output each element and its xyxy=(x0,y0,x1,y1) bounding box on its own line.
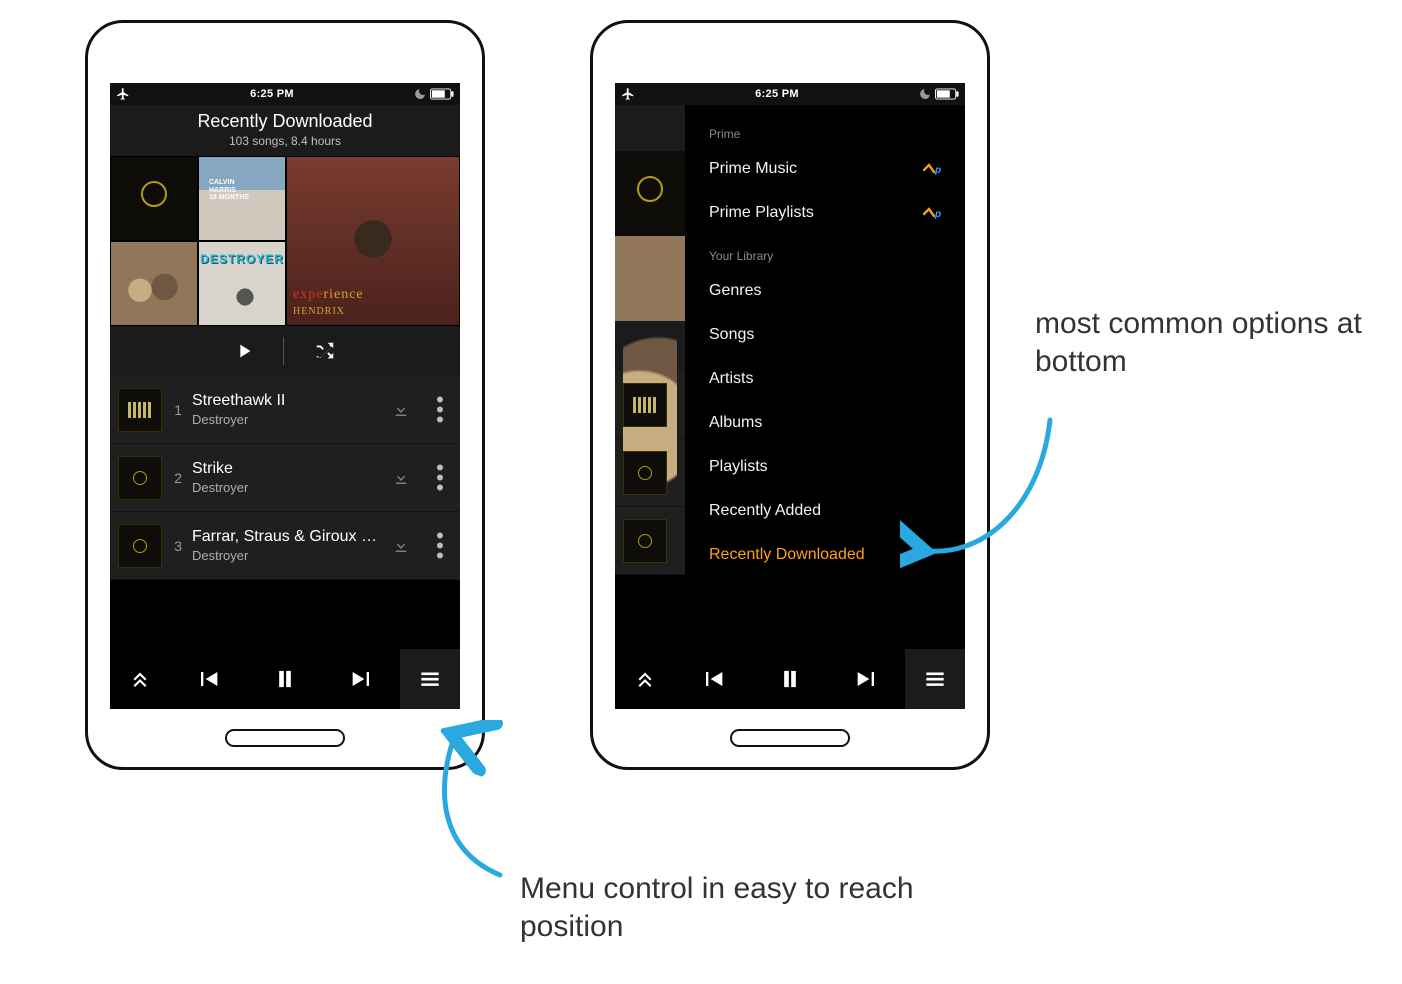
screen-right: 6:25 PM xyxy=(615,83,965,709)
track-index: 2 xyxy=(168,470,186,486)
download-icon[interactable] xyxy=(392,537,428,555)
page-header: Recently Downloaded 103 songs, 8.4 hours xyxy=(110,105,460,156)
pause-button[interactable] xyxy=(752,649,829,709)
annotation-bottom: Menu control in easy to reach position xyxy=(520,870,940,945)
battery-icon xyxy=(935,88,959,100)
home-button[interactable] xyxy=(225,729,345,747)
more-icon[interactable]: ••• xyxy=(428,531,452,561)
track-row[interactable]: 2 Strike Destroyer ••• xyxy=(110,444,460,512)
album-cover[interactable] xyxy=(110,156,198,241)
airplane-mode-icon xyxy=(116,87,130,101)
expand-button[interactable] xyxy=(615,649,675,709)
divider xyxy=(283,337,284,365)
battery-icon xyxy=(430,88,454,100)
arrow-icon xyxy=(900,410,1060,610)
prime-icon: p xyxy=(923,206,945,220)
track-index: 1 xyxy=(168,402,186,418)
next-button[interactable] xyxy=(323,649,400,709)
album-grid: CALVIN HARRIS 18 MONTHS experience HENDR… xyxy=(110,156,460,326)
more-icon[interactable]: ••• xyxy=(428,463,452,493)
drawer-item-label: Albums xyxy=(709,414,762,432)
track-list[interactable]: 1 Streethawk II Destroyer ••• 2 Strike xyxy=(110,376,460,580)
now-playing-icon xyxy=(118,388,162,432)
status-bar: 6:25 PM xyxy=(615,83,965,105)
prev-button[interactable] xyxy=(675,649,752,709)
track-artist: Destroyer xyxy=(192,480,392,495)
track-artist: Destroyer xyxy=(192,412,392,427)
airplane-mode-icon xyxy=(621,87,635,101)
next-button[interactable] xyxy=(828,649,905,709)
home-button[interactable] xyxy=(730,729,850,747)
expand-button[interactable] xyxy=(110,649,170,709)
media-bar xyxy=(110,649,460,709)
track-title: Farrar, Straus & Giroux (Sea of Te… xyxy=(192,528,382,546)
page-subtitle: 103 songs, 8.4 hours xyxy=(110,134,460,148)
drawer-item-label: Genres xyxy=(709,282,761,300)
download-icon[interactable] xyxy=(392,469,428,487)
album-caption: DESTROYER xyxy=(200,252,284,266)
drawer-item-label: Prime Playlists xyxy=(709,204,814,222)
prime-icon: p xyxy=(923,162,945,176)
do-not-disturb-icon xyxy=(414,88,426,100)
drawer-item-label: Recently Downloaded xyxy=(709,546,865,564)
track-row[interactable]: 3 Farrar, Straus & Giroux (Sea of Te… De… xyxy=(110,512,460,580)
more-icon[interactable]: ••• xyxy=(428,395,452,425)
arrow-icon xyxy=(410,720,560,890)
svg-text:p: p xyxy=(934,165,941,176)
drawer-item-label: Playlists xyxy=(709,458,768,476)
do-not-disturb-icon xyxy=(919,88,931,100)
album-caption: CALVIN HARRIS 18 MONTHS xyxy=(209,179,249,202)
album-caption: experience HENDRIX xyxy=(293,287,364,319)
menu-button[interactable] xyxy=(400,649,460,709)
status-time: 6:25 PM xyxy=(635,88,919,100)
album-cover[interactable]: experience HENDRIX xyxy=(286,156,460,326)
track-artist: Destroyer xyxy=(192,548,392,563)
menu-button[interactable] xyxy=(905,649,965,709)
track-index: 3 xyxy=(168,538,186,554)
page-title: Recently Downloaded xyxy=(110,111,460,132)
album-thumb xyxy=(623,519,667,563)
now-playing-icon xyxy=(623,383,667,427)
album-cover[interactable] xyxy=(110,241,198,326)
pause-button[interactable] xyxy=(247,649,324,709)
drawer-item-prime-playlists[interactable]: Prime Playlists p xyxy=(709,191,945,235)
annotation-right: most common options at bottom xyxy=(1035,305,1365,380)
album-cover[interactable]: DESTROYER xyxy=(198,241,286,326)
drawer-section: Prime xyxy=(709,113,945,147)
drawer-item-genres[interactable]: Genres xyxy=(709,269,945,313)
album-thumb xyxy=(118,456,162,500)
download-icon[interactable] xyxy=(392,401,428,419)
status-time: 6:25 PM xyxy=(130,88,414,100)
drawer-item-songs[interactable]: Songs xyxy=(709,313,945,357)
drawer-item-label: Recently Added xyxy=(709,502,821,520)
media-bar xyxy=(615,649,965,709)
track-title: Streethawk II xyxy=(192,392,382,410)
svg-text:p: p xyxy=(934,209,941,220)
album-cover[interactable]: CALVIN HARRIS 18 MONTHS xyxy=(198,156,286,241)
drawer-item-label: Artists xyxy=(709,370,753,388)
track-title: Strike xyxy=(192,460,382,478)
drawer-item-prime-music[interactable]: Prime Music p xyxy=(709,147,945,191)
prev-button[interactable] xyxy=(170,649,247,709)
screen-left: 6:25 PM Recently Downloaded 103 songs, 8… xyxy=(110,83,460,709)
drawer-item-artists[interactable]: Artists xyxy=(709,357,945,401)
behind-drawer xyxy=(615,105,685,649)
status-bar: 6:25 PM xyxy=(110,83,460,105)
track-row[interactable]: 1 Streethawk II Destroyer ••• xyxy=(110,376,460,444)
play-button[interactable] xyxy=(233,340,255,362)
phone-left: 6:25 PM Recently Downloaded 103 songs, 8… xyxy=(85,20,485,770)
phone-right: 6:25 PM xyxy=(590,20,990,770)
album-thumb xyxy=(118,524,162,568)
drawer-section: Your Library xyxy=(709,235,945,269)
shuffle-button[interactable] xyxy=(312,340,338,362)
drawer-item-label: Prime Music xyxy=(709,160,797,178)
album-thumb xyxy=(623,451,667,495)
play-shuffle-bar xyxy=(110,326,460,376)
drawer-item-label: Songs xyxy=(709,326,754,344)
